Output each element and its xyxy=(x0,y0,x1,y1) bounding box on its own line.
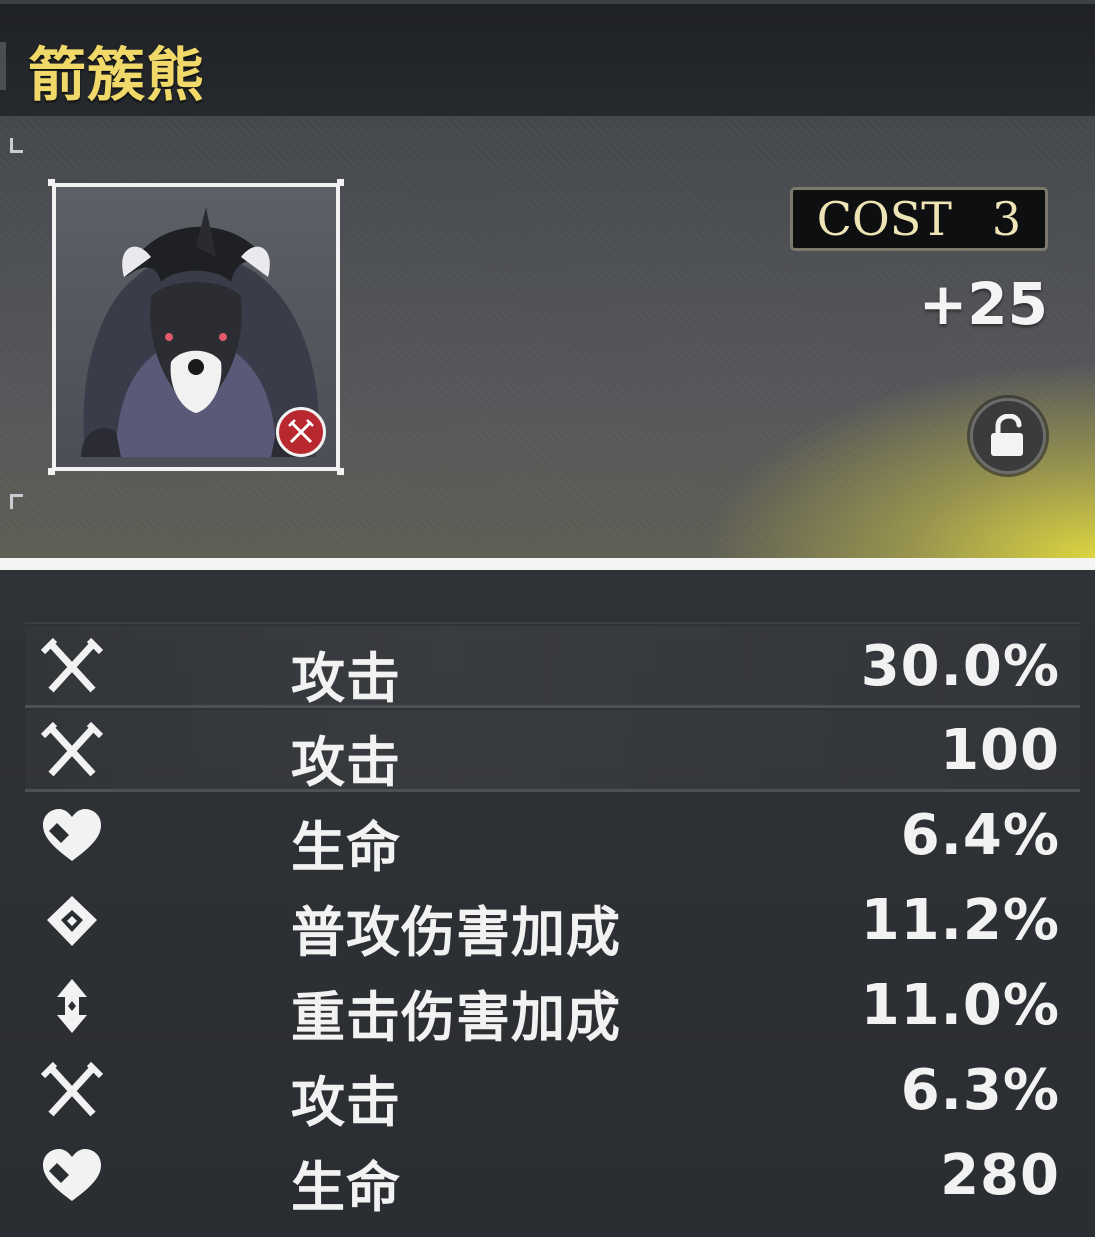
frame-corner xyxy=(10,494,23,509)
portrait-corner xyxy=(48,179,55,186)
stat-row-main: 攻击 100 xyxy=(25,710,1080,794)
hp-heart-icon xyxy=(43,809,101,861)
cost-label: COST xyxy=(816,192,952,246)
stat-row-main: 攻击 30.0% xyxy=(25,626,1080,710)
stat-value: 30.0% xyxy=(860,634,1060,699)
attack-icon xyxy=(40,721,104,777)
portrait-corner xyxy=(337,468,344,475)
title-accent xyxy=(0,42,6,90)
stat-value: 280 xyxy=(940,1143,1060,1208)
frame-corner xyxy=(10,138,23,153)
cost-badge: COST 3 xyxy=(790,187,1048,251)
cost-value: 3 xyxy=(991,192,1022,246)
unlock-icon xyxy=(991,414,1023,456)
stat-value: 100 xyxy=(940,718,1060,783)
stat-row: 生命 6.4% xyxy=(25,795,1080,879)
divider xyxy=(25,622,1080,624)
element-badge-icon xyxy=(276,407,326,457)
stat-label: 攻击 xyxy=(291,647,401,710)
echo-portrait[interactable] xyxy=(52,183,340,471)
stat-row: 生命 280 xyxy=(25,1135,1080,1219)
stat-label: 重击伤害加成 xyxy=(291,986,621,1049)
stat-row: 攻击 6.3% xyxy=(25,1050,1080,1134)
stat-value: 6.3% xyxy=(900,1058,1060,1123)
stat-label: 攻击 xyxy=(291,731,401,794)
stat-value: 6.4% xyxy=(900,803,1060,868)
attack-icon xyxy=(40,1061,104,1117)
stat-label: 生命 xyxy=(291,816,401,879)
basic-attack-icon xyxy=(47,896,97,946)
echo-level: +25 xyxy=(918,270,1048,338)
stat-label: 生命 xyxy=(291,1156,401,1219)
hp-heart-icon xyxy=(43,1149,101,1201)
heavy-attack-icon xyxy=(57,979,87,1033)
portrait-corner xyxy=(337,179,344,186)
stat-label: 攻击 xyxy=(291,1071,401,1134)
echo-name: 箭簇熊 xyxy=(28,41,206,109)
stat-value: 11.0% xyxy=(860,973,1060,1038)
stat-row: 重击伤害加成 11.0% xyxy=(25,965,1080,1049)
stat-value: 11.2% xyxy=(860,888,1060,953)
lock-button[interactable] xyxy=(970,398,1046,474)
card-divider xyxy=(0,558,1095,570)
title-bar: 箭簇熊 xyxy=(0,0,1095,116)
stat-row: 普攻伤害加成 11.2% xyxy=(25,880,1080,964)
attack-icon xyxy=(40,637,104,693)
portrait-corner xyxy=(48,468,55,475)
stat-label: 普攻伤害加成 xyxy=(291,901,621,964)
